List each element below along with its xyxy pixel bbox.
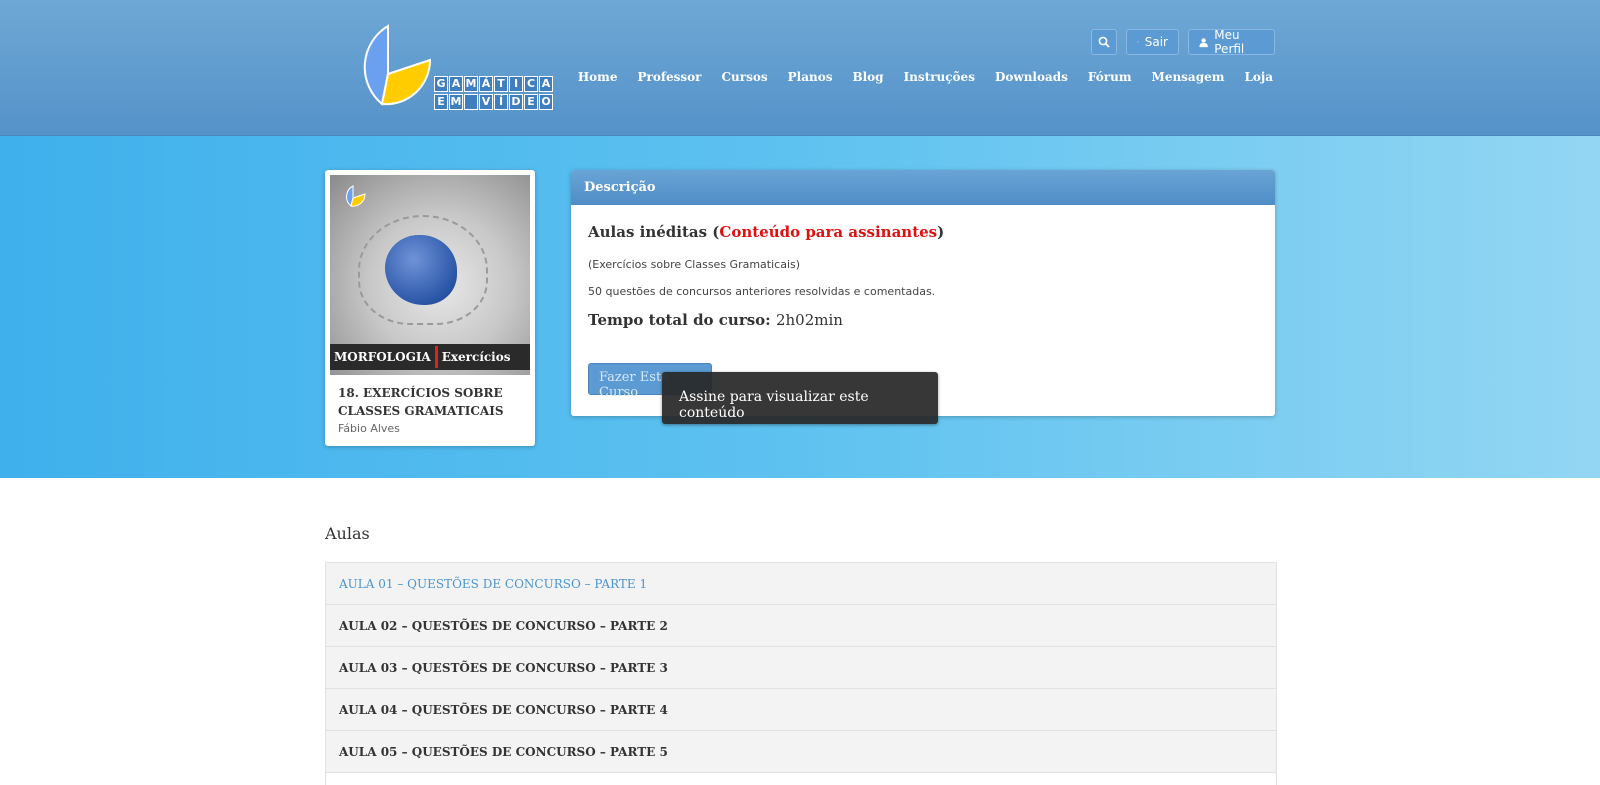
logo-letter: V — [479, 94, 493, 110]
lesson-item[interactable]: AULA 01 – QUESTÕES DE CONCURSO – PARTE 1 — [326, 563, 1276, 605]
logo-letter: T — [494, 76, 508, 92]
logo-letter: A — [539, 76, 553, 92]
course-author: Fábio Alves — [338, 422, 400, 435]
nav-item-home[interactable]: Home — [578, 70, 618, 84]
site-logo[interactable]: G A M Á T I C A E M V Í D E O — [338, 24, 560, 110]
lesson-list: AULA 01 – QUESTÕES DE CONCURSO – PARTE 1… — [325, 562, 1277, 785]
logo-mark-icon — [346, 185, 366, 207]
logo-letter: E — [524, 94, 538, 110]
subscriber-highlight: Conteúdo para assinantes — [719, 223, 938, 241]
search-button[interactable] — [1091, 29, 1117, 55]
thumbnail-banner: MORFOLOGIA Exercícios — [330, 344, 530, 370]
paper-ball-image — [385, 235, 457, 305]
logo-wordmark-row-1: G A M Á T I C A — [434, 76, 553, 96]
nav-item-cursos[interactable]: Cursos — [721, 70, 767, 84]
user-icon — [1199, 37, 1208, 47]
lesson-item[interactable]: AULA 02 – QUESTÕES DE CONCURSO – PARTE 2 — [326, 605, 1276, 647]
duration-value: 2h02min — [775, 311, 843, 329]
banner-right-text: Exercícios — [441, 350, 511, 364]
nav-item-mensagem[interactable]: Mensagem — [1152, 70, 1225, 84]
profile-label: Meu Perfil — [1214, 28, 1245, 56]
description-subtitle: (Exercícios sobre Classes Gramaticais) — [588, 258, 801, 271]
course-title[interactable]: 18. EXERCÍCIOS SOBRE CLASSES GRAMATICAIS — [338, 384, 528, 420]
lesson-item[interactable]: AULA 04 – QUESTÕES DE CONCURSO – PARTE 4 — [326, 689, 1276, 731]
heading-suffix: ) — [937, 223, 945, 241]
logo-letter — [464, 94, 478, 110]
profile-button[interactable]: Meu Perfil — [1188, 28, 1275, 56]
banner-left-text: MORFOLOGIA — [334, 350, 431, 364]
main-nav: Home Professor Cursos Planos Blog Instru… — [578, 70, 1273, 84]
logo-letter: G — [434, 76, 448, 92]
course-card[interactable]: MORFOLOGIA Exercícios 18. EXERCÍCIOS SOB… — [325, 170, 535, 446]
share-arrow-icon — [1137, 41, 1139, 43]
nav-item-downloads[interactable]: Downloads — [995, 70, 1068, 84]
logo-letter: Á — [479, 76, 493, 92]
search-icon — [1098, 36, 1110, 48]
course-duration: Tempo total do curso: 2h02min — [588, 311, 843, 329]
nav-item-blog[interactable]: Blog — [852, 70, 883, 84]
logo-mark-icon — [363, 24, 432, 106]
nav-item-instrucoes[interactable]: Instruções — [904, 70, 975, 84]
lesson-item[interactable]: AULA 03 – QUESTÕES DE CONCURSO – PARTE 3 — [326, 647, 1276, 689]
logo-letter: C — [524, 76, 538, 92]
nav-item-forum[interactable]: Fórum — [1088, 70, 1132, 84]
nav-item-professor[interactable]: Professor — [638, 70, 702, 84]
logo-letter: M — [449, 94, 463, 110]
description-questions: 50 questões de concursos anteriores reso… — [588, 285, 936, 298]
logo-letter: A — [449, 76, 463, 92]
course-thumbnail: MORFOLOGIA Exercícios — [330, 175, 530, 375]
logo-letter: D — [509, 94, 523, 110]
description-heading: Aulas inéditas (Conteúdo para assinantes… — [588, 223, 944, 241]
logout-button[interactable]: Sair — [1126, 29, 1179, 55]
logo-letter: M — [464, 76, 478, 92]
site-header: G A M Á T I C A E M V Í D E O Sair Meu P… — [0, 0, 1600, 136]
lesson-item[interactable]: AULA 05 – QUESTÕES DE CONCURSO – PARTE 5 — [326, 731, 1276, 773]
logout-label: Sair — [1144, 35, 1168, 49]
logo-letter: E — [434, 94, 448, 110]
nav-item-loja[interactable]: Loja — [1244, 70, 1273, 84]
logo-letter: O — [539, 94, 553, 110]
lessons-title: Aulas — [325, 524, 370, 543]
nav-item-planos[interactable]: Planos — [788, 70, 833, 84]
description-header: Descrição — [571, 170, 1275, 205]
logo-letter: Í — [494, 94, 508, 110]
banner-separator — [434, 346, 438, 368]
subscribe-tooltip: Assine para visualizar este conteúdo — [662, 372, 938, 424]
logo-letter: I — [509, 76, 523, 92]
heading-prefix: Aulas inéditas ( — [588, 223, 720, 241]
logo-wordmark-row-2: E M V Í D E O — [434, 94, 553, 114]
duration-label: Tempo total do curso: — [588, 311, 771, 329]
